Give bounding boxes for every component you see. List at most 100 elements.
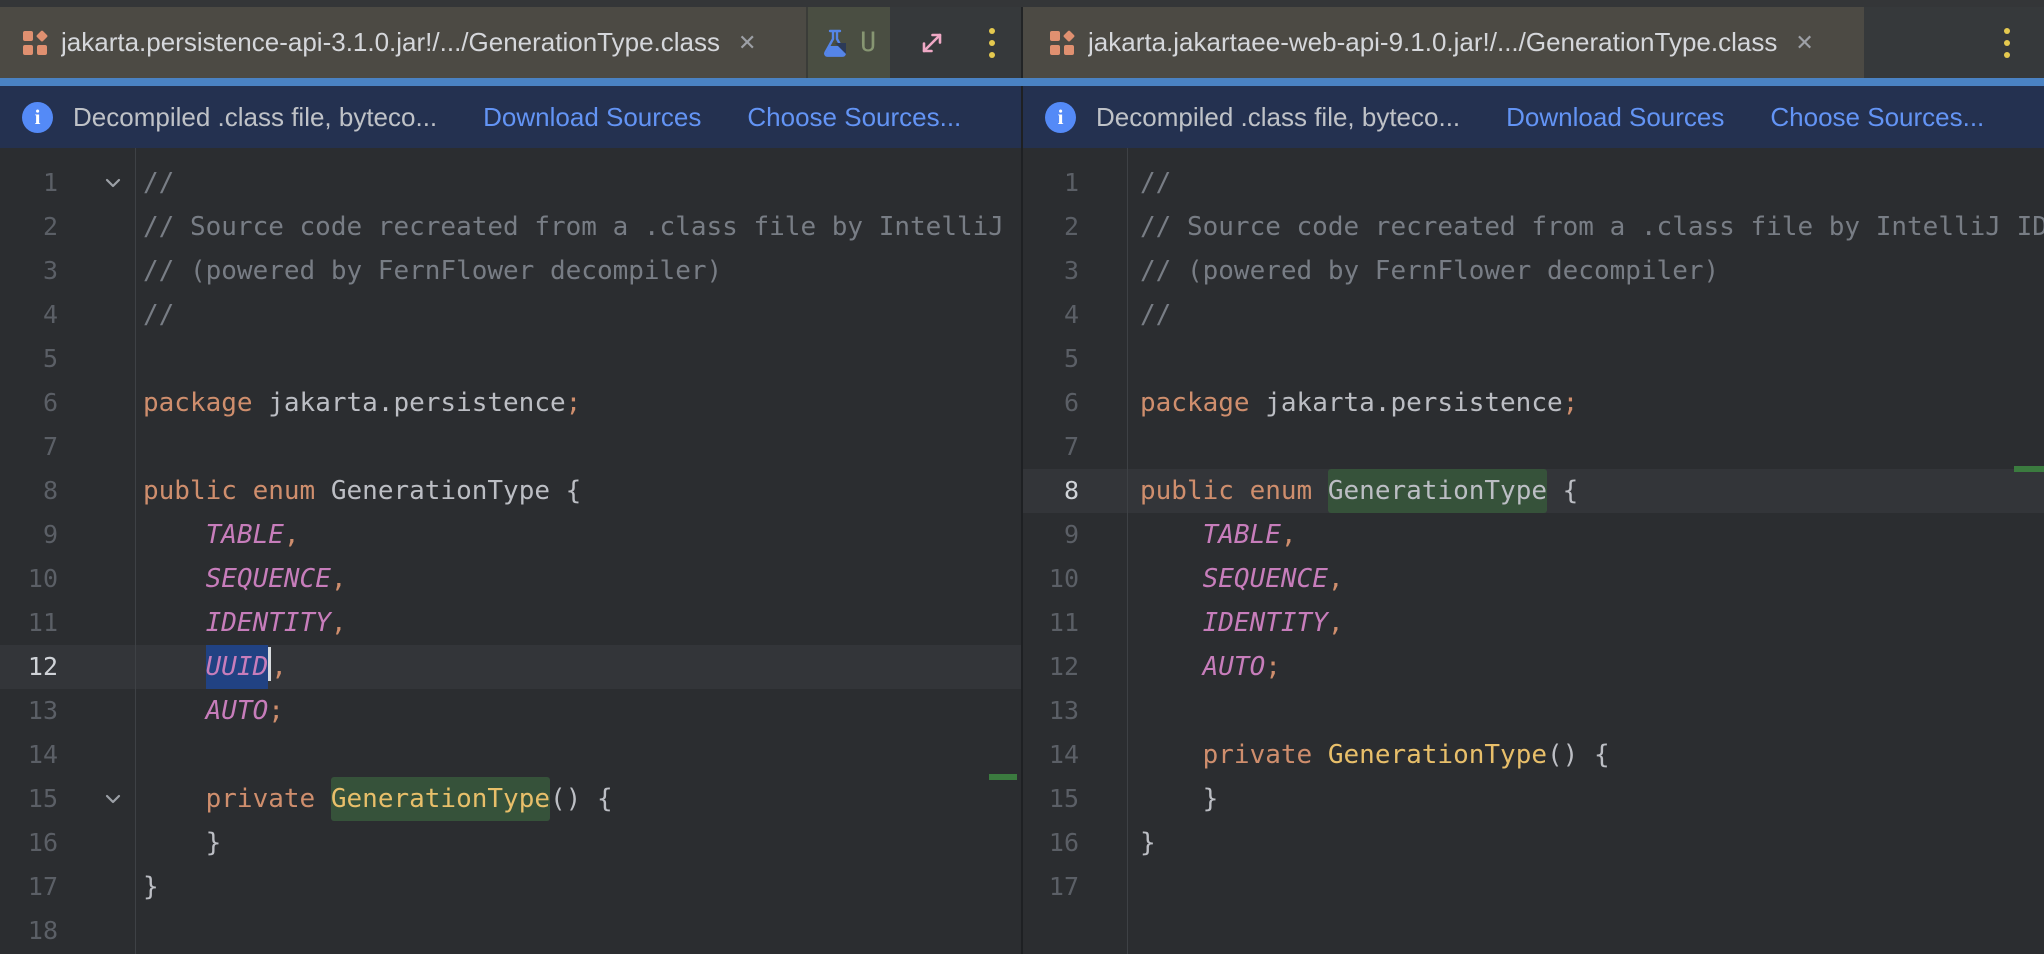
code-line[interactable]: 12 AUTO; xyxy=(1023,645,2044,689)
line-number: 14 xyxy=(0,733,58,777)
fold-area xyxy=(1079,645,1127,689)
code-token: // (powered by FernFlower decompiler) xyxy=(143,256,722,286)
fold-chevron-icon[interactable] xyxy=(58,777,135,821)
code-line[interactable]: 12 UUID, xyxy=(0,645,1021,689)
line-number: 8 xyxy=(0,469,58,513)
choose-sources-link[interactable]: Choose Sources... xyxy=(1770,102,1984,133)
tab-bar-actions xyxy=(890,7,1021,78)
code-line[interactable]: 6package jakarta.persistence; xyxy=(1023,381,2044,425)
choose-sources-link[interactable]: Choose Sources... xyxy=(747,102,961,133)
code-editor-right[interactable]: 1//2// Source code recreated from a .cla… xyxy=(1023,148,2044,954)
code-token: SEQUENCE xyxy=(1203,564,1328,594)
more-options-icon[interactable] xyxy=(1998,22,2016,64)
line-number: 11 xyxy=(1023,601,1079,645)
fold-area xyxy=(1079,689,1127,733)
code-line[interactable]: 13 xyxy=(1023,689,2044,733)
code-line[interactable]: 8public enum GenerationType { xyxy=(1023,469,2044,513)
code-line[interactable]: 1// xyxy=(1023,161,2044,205)
code-token: { xyxy=(1547,476,1578,506)
code-line[interactable]: 15 private GenerationType() { xyxy=(0,777,1021,821)
expand-icon[interactable] xyxy=(917,28,947,58)
code-line[interactable]: 5 xyxy=(1023,337,2044,381)
code-line[interactable]: 8 public enum GenerationType { xyxy=(0,469,1021,513)
highlighted-identifier: GenerationType xyxy=(331,777,550,821)
code-line[interactable]: 6package jakarta.persistence; xyxy=(0,381,1021,425)
fold-area xyxy=(58,337,135,381)
fold-area xyxy=(1079,249,1127,293)
code-token: jakarta.persistence xyxy=(253,388,566,418)
code-line[interactable]: 7 xyxy=(0,425,1021,469)
code-line[interactable]: 16 } xyxy=(0,821,1021,865)
code-line[interactable]: 15 } xyxy=(1023,777,2044,821)
code-editor-left[interactable]: 1//2// Source code recreated from a .cla… xyxy=(0,148,1021,954)
fold-area xyxy=(1079,161,1127,205)
code-line[interactable]: 5 xyxy=(0,337,1021,381)
line-number: 18 xyxy=(0,909,58,953)
download-sources-link[interactable]: Download Sources xyxy=(1506,102,1724,133)
code-text xyxy=(1127,689,1140,733)
line-number: 11 xyxy=(0,601,58,645)
active-editor-accent-line xyxy=(0,78,2044,86)
close-tab-icon[interactable]: ✕ xyxy=(1795,32,1813,54)
code-line[interactable]: 7 xyxy=(1023,425,2044,469)
code-line[interactable]: 17 xyxy=(1023,865,2044,909)
code-line[interactable]: 10 SEQUENCE, xyxy=(0,557,1021,601)
close-tab-icon[interactable]: ✕ xyxy=(738,32,756,54)
code-text: SEQUENCE, xyxy=(135,557,347,601)
download-sources-link[interactable]: Download Sources xyxy=(483,102,701,133)
code-text xyxy=(135,337,143,381)
code-line[interactable]: 14 xyxy=(0,733,1021,777)
code-line[interactable]: 4// xyxy=(0,293,1021,337)
fold-area xyxy=(1079,293,1127,337)
code-line[interactable]: 16} xyxy=(1023,821,2044,865)
fold-area xyxy=(58,293,135,337)
code-line[interactable]: 18 xyxy=(0,909,1021,953)
code-line[interactable]: 11 IDENTITY, xyxy=(0,601,1021,645)
code-line[interactable]: 14 private GenerationType() { xyxy=(1023,733,2044,777)
more-options-icon[interactable] xyxy=(983,22,1001,64)
code-line[interactable]: 4// xyxy=(1023,293,2044,337)
line-number: 4 xyxy=(1023,293,1079,337)
info-icon: i xyxy=(22,102,53,133)
scrollbar-highlight-mark[interactable] xyxy=(989,774,1017,780)
highlighted-identifier: GenerationType xyxy=(1328,469,1547,513)
code-token xyxy=(143,784,206,814)
code-text: package jakarta.persistence; xyxy=(135,381,581,425)
tab-group-left: jakarta.persistence-api-3.1.0.jar!/.../G… xyxy=(0,7,1021,78)
code-line[interactable]: 3// (powered by FernFlower decompiler) xyxy=(1023,249,2044,293)
tab-partial-hidden[interactable]: U xyxy=(806,7,890,78)
code-line[interactable]: 13 AUTO; xyxy=(0,689,1021,733)
code-line[interactable]: 11 IDENTITY, xyxy=(1023,601,2044,645)
partial-tab-label: U xyxy=(860,27,876,58)
code-line[interactable]: 1// xyxy=(0,161,1021,205)
fold-chevron-icon[interactable] xyxy=(58,161,135,205)
code-text: // Source code recreated from a .class f… xyxy=(1127,205,2044,249)
code-text: public enum GenerationType { xyxy=(135,469,581,513)
gutter-separator xyxy=(135,148,136,954)
code-token: private xyxy=(1203,740,1313,770)
line-number: 14 xyxy=(1023,733,1079,777)
line-number: 13 xyxy=(0,689,58,733)
code-line[interactable]: 2// Source code recreated from a .class … xyxy=(1023,205,2044,249)
code-token: // (powered by FernFlower decompiler) xyxy=(1140,256,1719,286)
line-number: 8 xyxy=(1023,469,1079,513)
code-token: , xyxy=(271,652,287,682)
code-line[interactable]: 10 SEQUENCE, xyxy=(1023,557,2044,601)
scrollbar-highlight-mark[interactable] xyxy=(2014,466,2044,472)
line-number: 15 xyxy=(1023,777,1079,821)
code-line[interactable]: 9 TABLE, xyxy=(1023,513,2044,557)
editor-tab-bar: jakarta.persistence-api-3.1.0.jar!/.../G… xyxy=(0,0,2044,78)
code-line[interactable]: 17} xyxy=(0,865,1021,909)
code-line[interactable]: 9 TABLE, xyxy=(0,513,1021,557)
code-token xyxy=(1140,740,1203,770)
fold-area xyxy=(1079,777,1127,821)
tab-persistence-api[interactable]: jakarta.persistence-api-3.1.0.jar!/.../G… xyxy=(0,7,806,78)
code-line[interactable]: 2// Source code recreated from a .class … xyxy=(0,205,1021,249)
code-token xyxy=(1234,476,1250,506)
fold-area xyxy=(58,909,135,953)
tab-jakartaee-web-api[interactable]: jakarta.jakartaee-web-api-9.1.0.jar!/...… xyxy=(1023,7,1864,78)
code-token: TABLE xyxy=(1203,520,1281,550)
code-text: } xyxy=(135,821,221,865)
code-line[interactable]: 3// (powered by FernFlower decompiler) xyxy=(0,249,1021,293)
line-number: 15 xyxy=(0,777,58,821)
